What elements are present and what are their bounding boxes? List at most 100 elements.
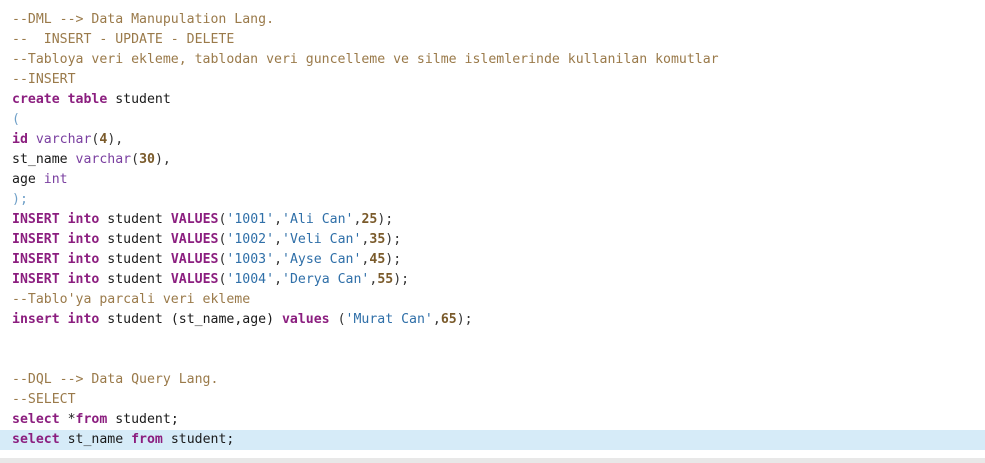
code-token: '1002' — [226, 232, 275, 247]
code-token: 25 — [361, 212, 378, 227]
code-token: 65 — [440, 312, 457, 327]
code-token: student — [99, 212, 171, 227]
code-token: --DML --> Data Manupulation Lang. — [12, 12, 275, 27]
code-token: --SELECT — [12, 392, 76, 407]
code-token: ); — [12, 192, 28, 207]
code-token: INSERT — [12, 232, 60, 247]
code-token: VALUES — [170, 252, 219, 267]
code-line[interactable]: --INSERT — [0, 70, 985, 90]
code-token: 'Ayse Can' — [282, 252, 362, 267]
code-token: insert — [12, 312, 60, 327]
code-line[interactable]: --SELECT — [0, 390, 985, 410]
code-token: ); — [393, 272, 410, 287]
code-token: '1001' — [226, 212, 275, 227]
code-token: create — [12, 92, 60, 107]
code-token: ( — [131, 152, 140, 167]
code-line[interactable]: id varchar(4), — [0, 130, 985, 150]
code-line[interactable]: st_name varchar(30), — [0, 150, 985, 170]
code-token: --INSERT — [12, 72, 76, 87]
code-token: st_name — [12, 152, 76, 167]
code-token: student — [99, 252, 171, 267]
code-line[interactable] — [0, 350, 985, 370]
code-line[interactable]: INSERT into student VALUES('1001','Ali C… — [0, 210, 985, 230]
code-token: , — [274, 232, 283, 247]
code-token: ); — [456, 312, 473, 327]
code-token: -- INSERT - UPDATE - DELETE — [12, 32, 235, 47]
code-token: , — [274, 212, 283, 227]
code-token: --Tabloya veri ekleme, tablodan veri gun… — [12, 52, 719, 67]
code-token: student — [107, 92, 171, 107]
code-token: 'Ali Can' — [282, 212, 354, 227]
code-token: ); — [385, 252, 402, 267]
code-line[interactable] — [0, 330, 985, 350]
code-line[interactable]: ); — [0, 190, 985, 210]
code-token: student — [99, 232, 171, 247]
code-token: ( — [329, 312, 346, 327]
code-token: 'Veli Can' — [282, 232, 362, 247]
code-token: into — [67, 232, 100, 247]
code-token: VALUES — [170, 272, 219, 287]
code-line[interactable]: select *from student; — [0, 410, 985, 430]
code-token: from — [131, 432, 163, 447]
code-token: 45 — [369, 252, 386, 267]
code-token: 'Murat Can' — [345, 312, 433, 327]
code-token: VALUES — [170, 232, 219, 247]
code-token: st_name — [59, 432, 132, 447]
code-token: varchar — [75, 152, 132, 167]
code-line[interactable]: age int — [0, 170, 985, 190]
code-token: '1003' — [226, 252, 275, 267]
code-line[interactable]: INSERT into student VALUES('1004','Derya… — [0, 270, 985, 290]
current-code-line[interactable]: select st_name from student; — [0, 430, 985, 450]
code-token: select — [12, 432, 60, 447]
code-token: INSERT — [12, 212, 60, 227]
code-token: student (st_name,age) — [99, 312, 282, 327]
code-token: age — [12, 172, 44, 187]
code-line[interactable]: -- INSERT - UPDATE - DELETE — [0, 30, 985, 50]
code-token: * — [59, 412, 76, 427]
code-token: 'Derya Can' — [282, 272, 370, 287]
code-token: student; — [162, 432, 235, 447]
code-token: '1004' — [226, 272, 275, 287]
code-token: 55 — [377, 272, 394, 287]
code-line[interactable]: INSERT into student VALUES('1002','Veli … — [0, 230, 985, 250]
code-token: 35 — [369, 232, 386, 247]
code-line[interactable]: --Tablo'ya parcali veri ekleme — [0, 290, 985, 310]
code-line[interactable]: create table student — [0, 90, 985, 110]
sql-editor[interactable]: --DML --> Data Manupulation Lang. -- INSE… — [0, 0, 985, 458]
code-line[interactable]: --DQL --> Data Query Lang. — [0, 370, 985, 390]
code-token: id — [12, 132, 28, 147]
code-token: ( — [12, 112, 20, 127]
horizontal-scrollbar[interactable] — [0, 458, 985, 463]
code-token: from — [75, 412, 108, 427]
code-token: , — [432, 312, 441, 327]
code-token: into — [67, 252, 100, 267]
code-token: student; — [107, 412, 179, 427]
code-token: varchar — [35, 132, 92, 147]
code-token: into — [67, 272, 100, 287]
code-line[interactable]: ( — [0, 110, 985, 130]
code-token: ), — [107, 132, 124, 147]
code-token: INSERT — [12, 272, 60, 287]
code-token: select — [12, 412, 60, 427]
code-token: ); — [377, 212, 394, 227]
code-token: VALUES — [170, 212, 219, 227]
code-token: table — [67, 92, 108, 107]
code-line[interactable]: --DML --> Data Manupulation Lang. — [0, 10, 985, 30]
code-line[interactable]: --Tabloya veri ekleme, tablodan veri gun… — [0, 50, 985, 70]
code-token: int — [43, 172, 68, 187]
code-token: , — [274, 252, 283, 267]
code-token: student — [99, 272, 171, 287]
code-token: into — [67, 312, 100, 327]
code-token: , — [274, 272, 283, 287]
code-token: --DQL --> Data Query Lang. — [12, 372, 219, 387]
code-token: into — [67, 212, 100, 227]
code-line[interactable]: INSERT into student VALUES('1003','Ayse … — [0, 250, 985, 270]
code-line[interactable]: insert into student (st_name,age) values… — [0, 310, 985, 330]
